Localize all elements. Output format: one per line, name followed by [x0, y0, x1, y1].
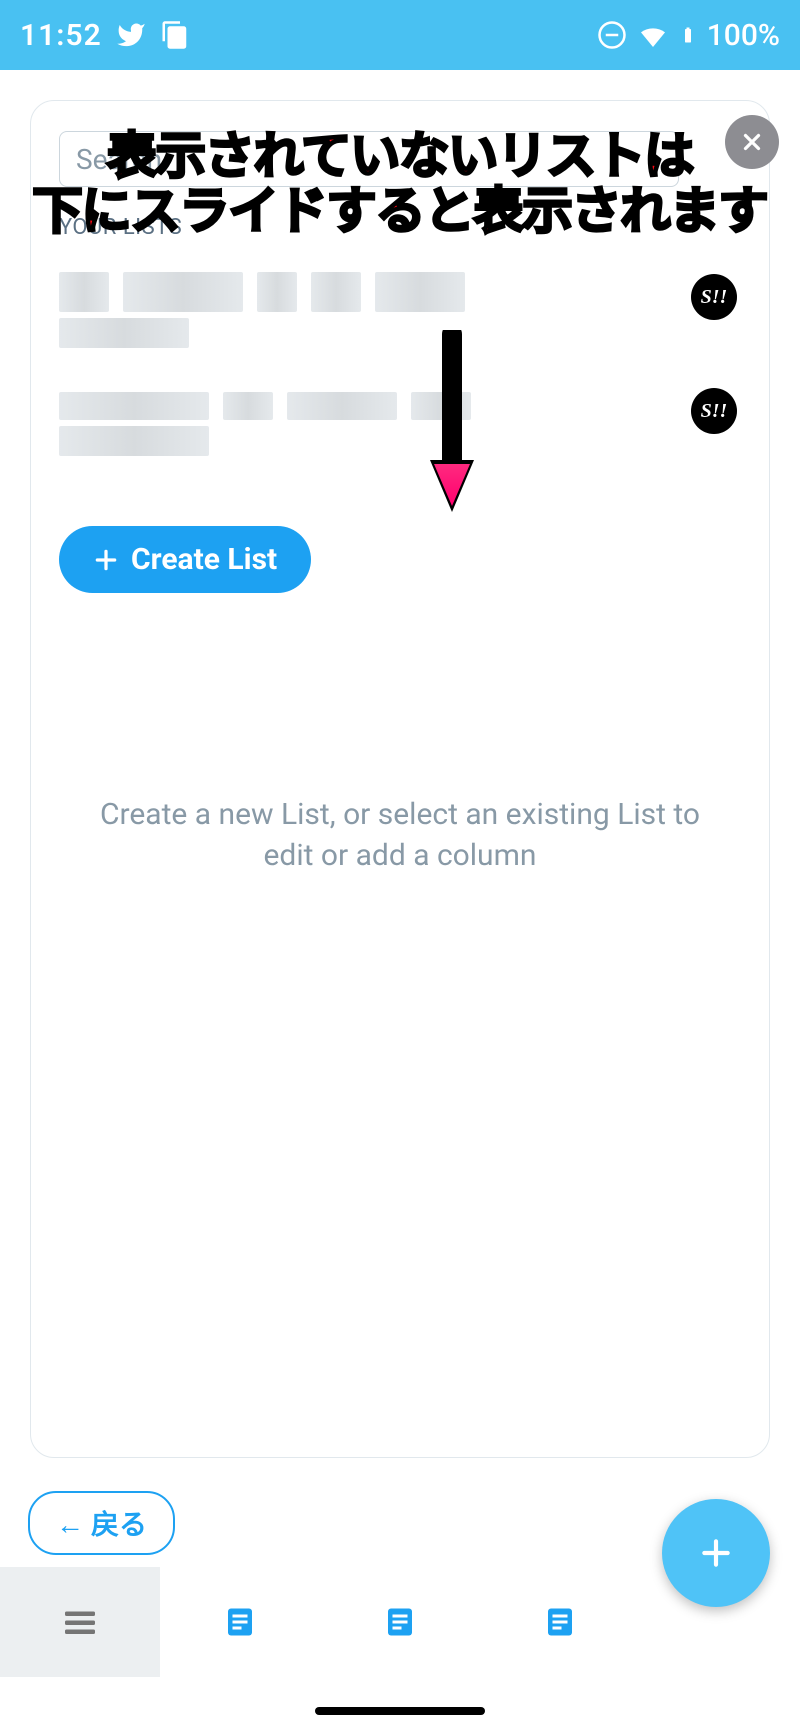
- list-badge: S!!: [691, 388, 737, 434]
- nav-column-1[interactable]: [160, 1567, 320, 1677]
- nav-column-3[interactable]: [480, 1567, 640, 1677]
- battery-percentage: 100%: [707, 18, 780, 53]
- your-lists-label: YOUR LISTS: [59, 215, 741, 240]
- copy-icon: [160, 20, 190, 50]
- list-item[interactable]: S!!: [59, 374, 741, 474]
- create-list-button[interactable]: Create List: [59, 526, 311, 593]
- battery-icon: [679, 20, 697, 50]
- list-item[interactable]: S!!: [59, 260, 741, 360]
- twitter-icon: [116, 20, 146, 50]
- nav-menu[interactable]: [0, 1567, 160, 1677]
- nav-column-2[interactable]: [320, 1567, 480, 1677]
- list-badge: S!!: [691, 274, 737, 320]
- close-icon: [739, 129, 765, 155]
- search-input[interactable]: [59, 131, 679, 187]
- hint-text: Create a new List, or select an existing…: [31, 795, 769, 876]
- plus-icon: [696, 1533, 736, 1573]
- column-icon: [222, 1604, 258, 1640]
- column-icon: [542, 1604, 578, 1640]
- create-list-label: Create List: [131, 542, 277, 577]
- compose-fab[interactable]: [662, 1499, 770, 1607]
- column-icon: [382, 1604, 418, 1640]
- wifi-icon: [637, 19, 669, 51]
- home-indicator: [315, 1707, 485, 1715]
- back-button[interactable]: ← 戻る: [28, 1491, 175, 1555]
- hamburger-icon: [62, 1604, 98, 1640]
- dnd-icon: [597, 20, 627, 50]
- status-time: 11:52: [20, 18, 102, 53]
- back-button-label: ← 戻る: [56, 1508, 147, 1541]
- status-bar: 11:52 100%: [0, 0, 800, 70]
- plus-icon: [93, 547, 119, 573]
- list-modal: YOUR LISTS S!!: [30, 100, 770, 1458]
- close-button[interactable]: [725, 115, 779, 169]
